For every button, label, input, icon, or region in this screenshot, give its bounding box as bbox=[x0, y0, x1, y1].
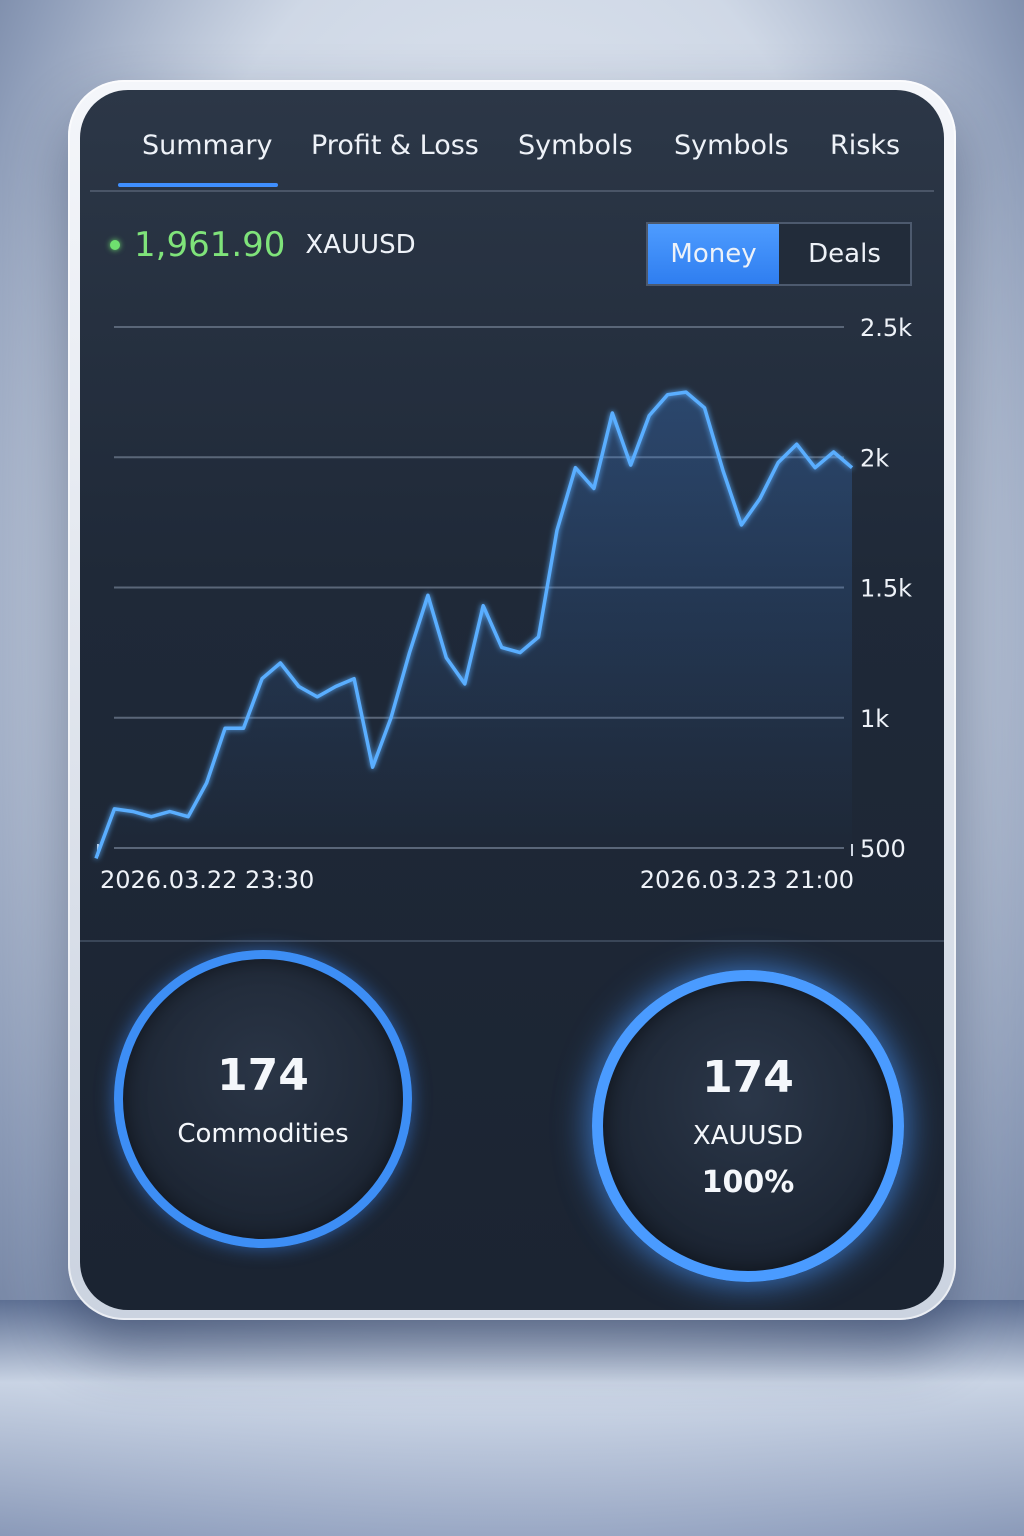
x-end-label: 2026.03.23 21:00 bbox=[640, 866, 854, 894]
y-tick-label-1500: 1.5k bbox=[860, 575, 912, 603]
commodities-count: 174 bbox=[217, 1049, 309, 1101]
symbol-stat-percent: 100% bbox=[701, 1165, 795, 1200]
background-floor-glow bbox=[0, 1300, 1024, 1536]
symbol-count: 174 bbox=[702, 1052, 794, 1103]
symbol-stat-label: XAUUSD bbox=[692, 1121, 804, 1151]
series-area-fill bbox=[96, 392, 852, 859]
balance-line-chart: 500 1k 1.5k 2k 2.5k 2026.03.22 23:30 2026.03.2… bbox=[94, 314, 912, 894]
y-tick-label-2500: 2.5k bbox=[860, 314, 912, 342]
commodities-label: Commodities bbox=[177, 1118, 349, 1149]
y-tick-label-1000: 1k bbox=[860, 705, 889, 733]
y-tick-label-2000: 2k bbox=[860, 444, 889, 472]
commodities-stat-circle[interactable]: 174 Commodities bbox=[114, 950, 412, 1248]
symbol-stat-circle[interactable]: 174 XAUUSD 100% bbox=[592, 970, 904, 1282]
app-screen: Summary Profit & Loss Symbols Symbols Ri… bbox=[80, 90, 944, 1310]
x-start-label: 2026.03.22 23:30 bbox=[100, 866, 314, 894]
y-tick-label-500: 500 bbox=[860, 835, 906, 863]
section-divider bbox=[80, 940, 944, 942]
